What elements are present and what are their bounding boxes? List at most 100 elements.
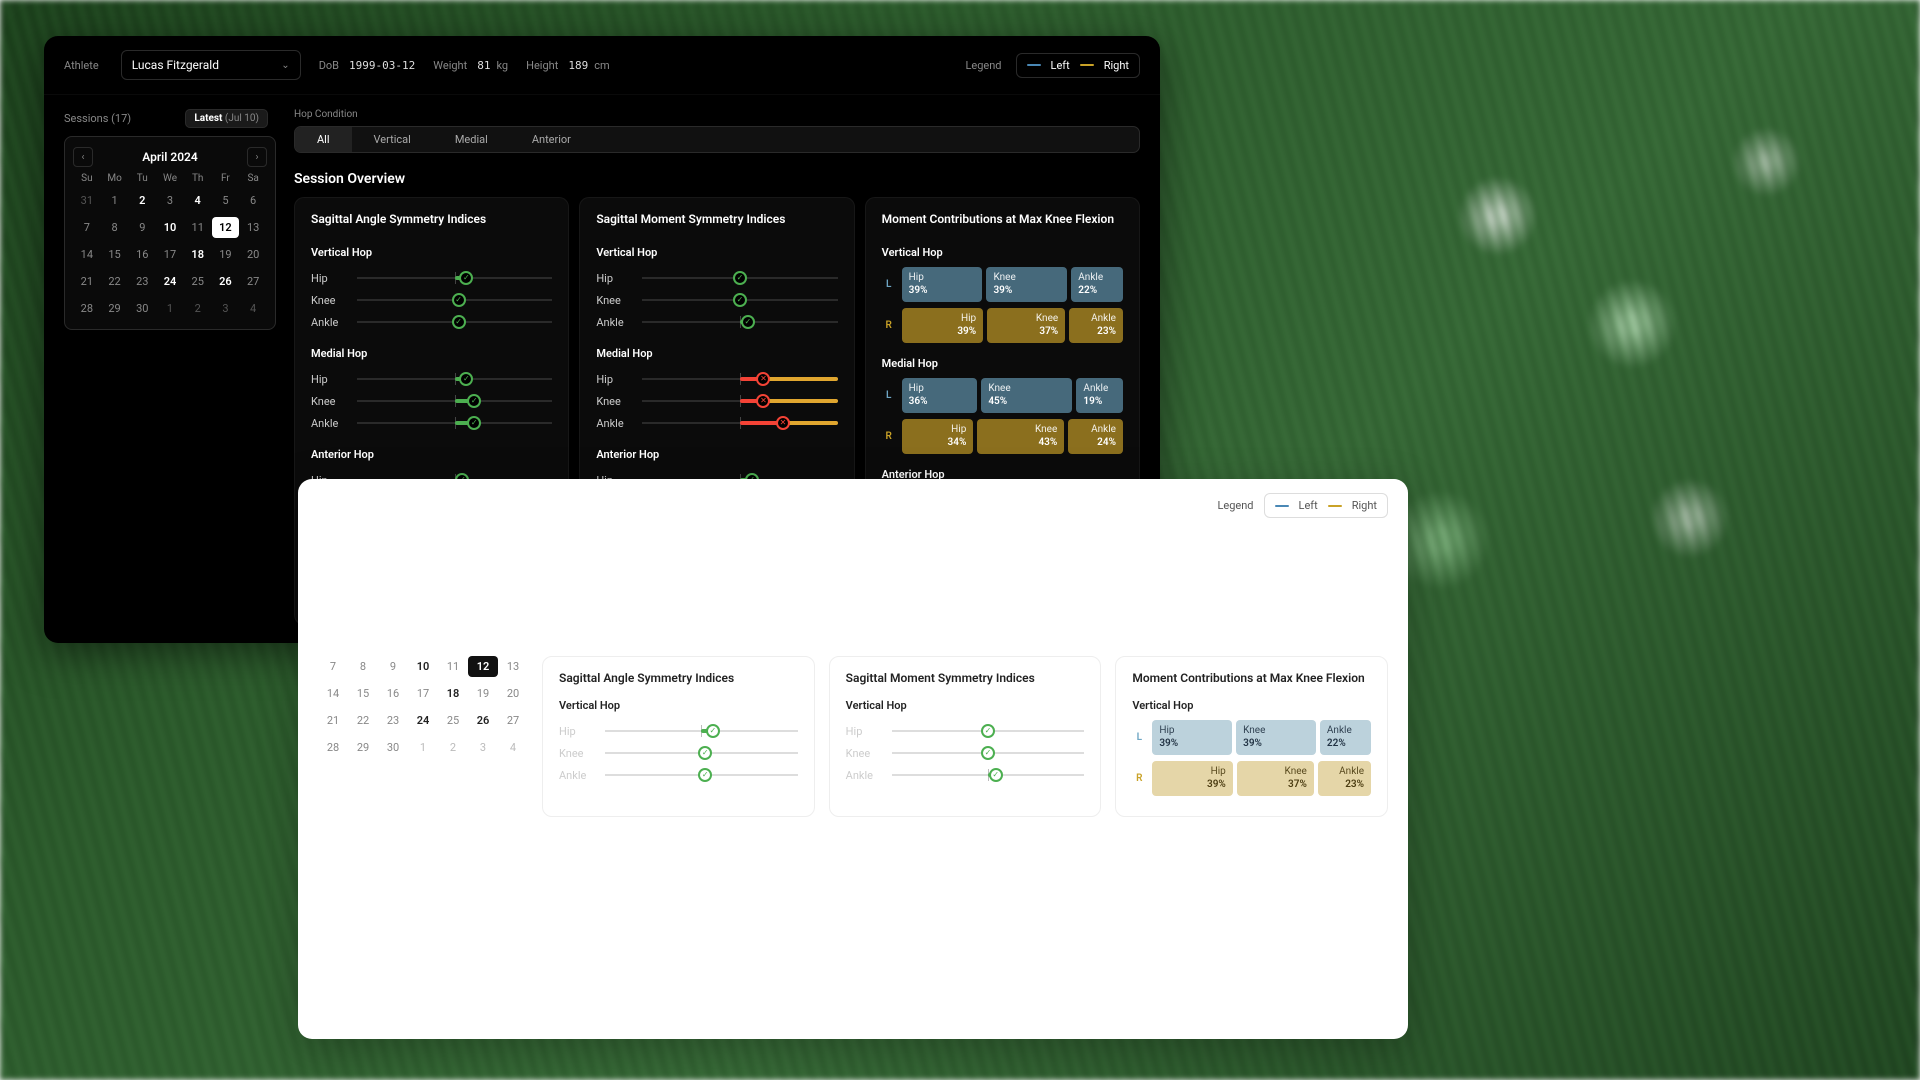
calendar-day[interactable]: 4 [239,298,267,319]
contribution-cell: Knee39% [986,267,1067,302]
calendar-day[interactable]: 15 [348,683,378,704]
symmetry-bar: ✓ [357,319,552,325]
calendar-day[interactable]: 2 [184,298,212,319]
calendar-day[interactable]: 26 [212,271,240,292]
calendar-day[interactable]: 23 [378,710,408,731]
symmetry-bar: ✓ [642,297,837,303]
joint-label: Knee [596,395,630,408]
calendar-day[interactable]: 20 [239,244,267,265]
calendar-day[interactable]: 1 [101,190,129,211]
calendar-day[interactable]: 17 [156,244,184,265]
chevron-down-icon: ⌄ [281,60,289,71]
tab-medial[interactable]: Medial [433,127,510,152]
calendar-day[interactable]: 28 [318,737,348,758]
symmetry-row: Knee ✓ [311,289,552,311]
calendar-day[interactable]: 8 [101,217,129,238]
tab-anterior[interactable]: Anterior [510,127,593,152]
calendar-day[interactable]: 29 [101,298,129,319]
calendar-day[interactable]: 2 [128,190,156,211]
calendar-day[interactable]: 10 [408,656,438,677]
calendar-next-button[interactable]: › [247,147,267,167]
latest-session-button[interactable]: Latest (Jul 10) [185,109,268,128]
legend: Legend Left Right [965,53,1140,78]
calendar-day[interactable]: 10 [156,217,184,238]
joint-label: Knee [311,294,345,307]
calendar-day[interactable]: 3 [468,737,498,758]
calendar-day[interactable]: 26 [468,710,498,731]
calendar-day[interactable]: 18 [438,683,468,704]
calendar-day[interactable]: 2 [438,737,468,758]
calendar-day[interactable]: 12 [212,217,240,238]
joint-label: Knee [559,747,593,760]
calendar-dow: Su [73,173,101,184]
calendar-day[interactable]: 6 [239,190,267,211]
calendar-day[interactable]: 4 [498,737,528,758]
hop-name: Medial Hop [596,347,837,360]
calendar-day[interactable]: 18 [184,244,212,265]
height-meta: Height 189 cm [526,59,609,72]
calendar-day[interactable]: 16 [128,244,156,265]
hop-group: Vertical Hop Hip ✓ Knee ✓ Ankle ✓ [559,699,798,786]
calendar-day[interactable]: 1 [408,737,438,758]
calendar-day[interactable]: 31 [73,190,101,211]
calendar-grid-light: 7891011121314151617181920212223242526272… [318,656,528,758]
calendar-day[interactable]: 19 [212,244,240,265]
symmetry-bar: ✓ [892,750,1085,756]
calendar-day[interactable]: 3 [212,298,240,319]
legend-light: Legend Left Right [1217,493,1388,518]
calendar-day[interactable]: 12 [468,656,498,677]
side-label-right: R [882,419,896,454]
calendar-day[interactable]: 29 [348,737,378,758]
calendar-day[interactable]: 9 [378,656,408,677]
calendar-day[interactable]: 24 [408,710,438,731]
calendar-day[interactable]: 21 [318,710,348,731]
calendar-day[interactable]: 27 [239,271,267,292]
calendar-day[interactable]: 13 [239,217,267,238]
calendar-day[interactable]: 1 [156,298,184,319]
calendar-day[interactable]: 8 [348,656,378,677]
calendar-day[interactable]: 7 [73,217,101,238]
calendar-day[interactable]: 11 [184,217,212,238]
calendar-day[interactable]: 14 [73,244,101,265]
symmetry-bar: ✓ [892,772,1085,778]
symmetry-row: Ankle ✓ [596,311,837,333]
calendar-day[interactable]: 22 [101,271,129,292]
calendar-day[interactable]: 11 [438,656,468,677]
calendar-day[interactable]: 25 [184,271,212,292]
calendar-day[interactable]: 7 [318,656,348,677]
calendar-day[interactable]: 20 [498,683,528,704]
calendar-day[interactable]: 24 [156,271,184,292]
legend-left-swatch [1275,505,1289,507]
calendar-day[interactable]: 21 [73,271,101,292]
calendar-day[interactable]: 9 [128,217,156,238]
calendar-day[interactable]: 15 [101,244,129,265]
calendar-day[interactable]: 5 [212,190,240,211]
athlete-select[interactable]: Lucas Fitzgerald ⌄ [121,50,301,80]
sessions-count: Sessions (17) [64,112,131,125]
calendar-day[interactable]: 19 [468,683,498,704]
calendar-day[interactable]: 23 [128,271,156,292]
tab-all[interactable]: All [295,127,352,152]
calendar-day[interactable]: 4 [184,190,212,211]
contribution-row-right: R Hip34% Knee43% Ankle24% [882,419,1123,454]
symmetry-indicator-icon: ✓ [733,271,747,285]
athlete-name: Lucas Fitzgerald [132,58,219,72]
calendar-day[interactable]: 27 [498,710,528,731]
calendar-light: 7891011121314151617181920212223242526272… [318,656,528,817]
calendar-day[interactable]: 25 [438,710,468,731]
calendar-day[interactable]: 30 [128,298,156,319]
calendar-day[interactable]: 22 [348,710,378,731]
joint-label: Ankle [311,316,345,329]
calendar-day[interactable]: 28 [73,298,101,319]
calendar-day[interactable]: 17 [408,683,438,704]
calendar-day[interactable]: 13 [498,656,528,677]
calendar-day[interactable]: 30 [378,737,408,758]
calendar-day[interactable]: 16 [378,683,408,704]
tab-vertical[interactable]: Vertical [352,127,433,152]
calendar-prev-button[interactable]: ‹ [73,147,93,167]
symmetry-row: Knee ✓ [846,742,1085,764]
calendar-day[interactable]: 3 [156,190,184,211]
calendar-day[interactable]: 14 [318,683,348,704]
dob-meta: DoB 1999-03-12 [319,59,416,72]
symmetry-indicator-icon: ✓ [452,293,466,307]
